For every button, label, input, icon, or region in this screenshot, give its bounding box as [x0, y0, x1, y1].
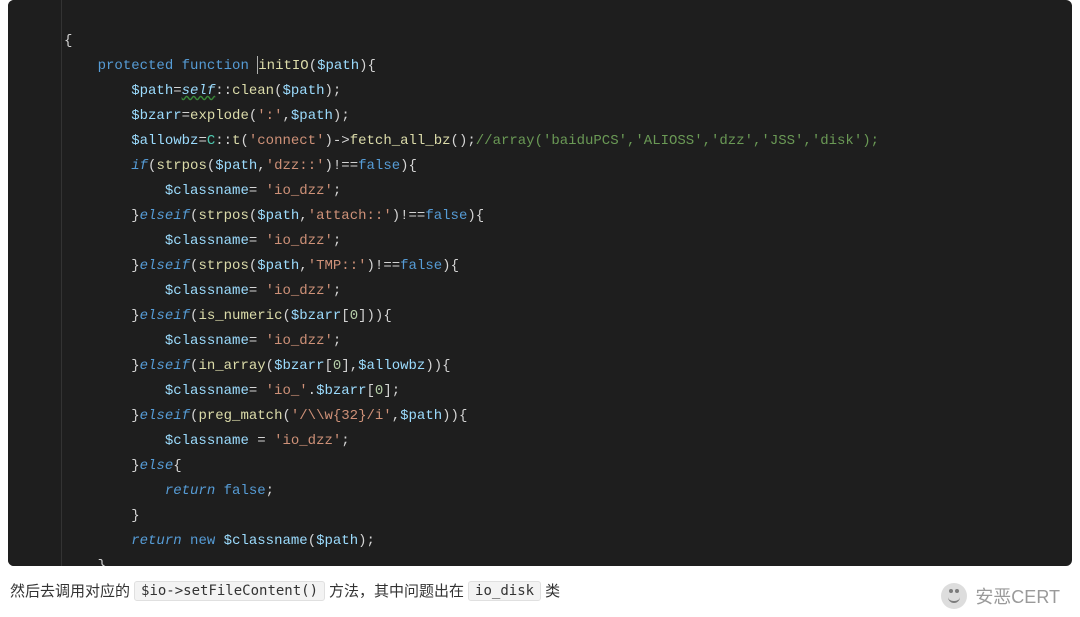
code-line: $path=self::clean($path); [64, 83, 341, 99]
watermark-text: 安恶CERT [975, 583, 1060, 609]
code-area[interactable]: { protected function initIO($path){ $pat… [8, 0, 1072, 566]
code-line: $classname= 'io_dzz'; [64, 183, 341, 199]
inline-code: $io->setFileContent() [134, 581, 325, 601]
code-line: $bzarr=explode(':',$path); [64, 108, 350, 124]
caption-text: 类 [545, 580, 560, 601]
code-line: }else{ [64, 458, 182, 474]
code-line: }elseif(in_array($bzarr[0],$allowbz)){ [64, 358, 451, 374]
code-line: }elseif(strpos($path,'attach::')!==false… [64, 208, 484, 224]
code-line: $classname= 'io_dzz'; [64, 233, 341, 249]
code-line: if(strpos($path,'dzz::')!==false){ [64, 158, 417, 174]
caption-text: 方法，其中问题出在 [329, 580, 464, 601]
caption-text: 然后去调用对应的 [10, 580, 130, 601]
code-line: return new $classname($path); [64, 533, 375, 549]
code-line: { [64, 33, 72, 49]
code-editor: { protected function initIO($path){ $pat… [8, 0, 1072, 566]
code-line: return false; [64, 483, 274, 499]
caption: 然后去调用对应的 $io->setFileContent() 方法，其中问题出在… [10, 580, 560, 601]
code-line: } [64, 508, 140, 524]
code-line: $allowbz=C::t('connect')->fetch_all_bz()… [64, 133, 879, 149]
watermark: 安恶CERT [941, 583, 1060, 609]
code-line: $classname= 'io_dzz'; [64, 283, 341, 299]
wechat-icon [941, 583, 967, 609]
code-line: }elseif(is_numeric($bzarr[0])){ [64, 308, 392, 324]
code-line: $classname = 'io_dzz'; [64, 433, 350, 449]
code-line: } [64, 558, 106, 566]
inline-code: io_disk [468, 581, 541, 601]
code-line: protected function initIO($path){ [64, 58, 376, 74]
gutter [8, 0, 62, 566]
code-line: $classname= 'io_'.$bzarr[0]; [64, 383, 400, 399]
code-line: }elseif(strpos($path,'TMP::')!==false){ [64, 258, 459, 274]
code-line: }elseif(preg_match('/\\w{32}/i',$path)){ [64, 408, 467, 424]
code-line: $classname= 'io_dzz'; [64, 333, 341, 349]
